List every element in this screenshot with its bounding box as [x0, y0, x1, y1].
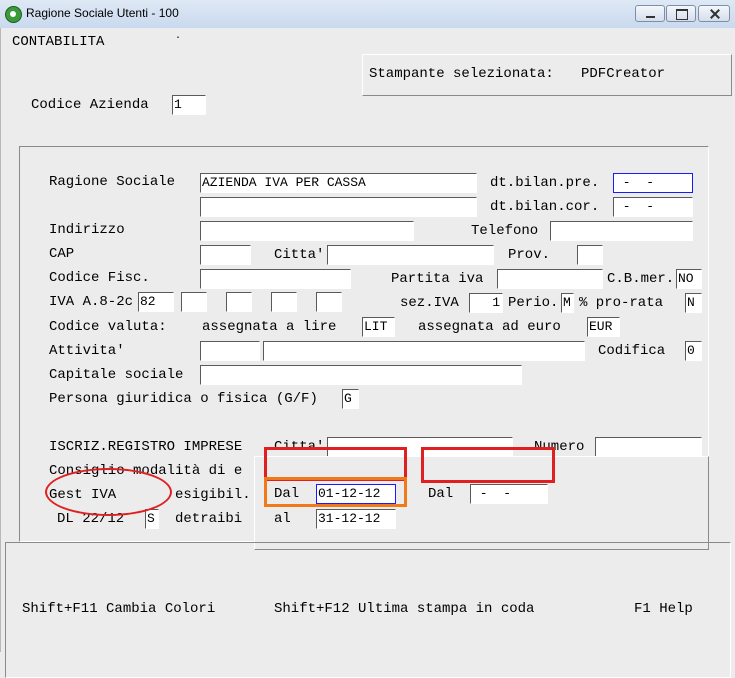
- dal2-label: Dal: [428, 486, 454, 502]
- prov-field[interactable]: [577, 245, 603, 265]
- iva-a8-field-1[interactable]: 82: [138, 292, 174, 312]
- module-dot: .: [175, 31, 182, 42]
- indirizzo-field[interactable]: [200, 221, 414, 241]
- iva-a8-field-3[interactable]: [226, 292, 252, 312]
- codice-fisc-label: Codice Fisc.: [49, 270, 150, 286]
- app-icon: [5, 6, 22, 23]
- telefono-label: Telefono: [471, 223, 539, 239]
- iva-a8-field-4[interactable]: [271, 292, 297, 312]
- detraibil-label: detraibi: [175, 511, 243, 527]
- printer-label: Stampante selezionata:: [369, 66, 554, 82]
- pro-rata-field[interactable]: N: [685, 293, 702, 313]
- module-label: CONTABILITA: [12, 34, 105, 50]
- dt-bilan-pre-label: dt.bilan.pre.: [490, 175, 600, 191]
- minimize-button[interactable]: [635, 5, 665, 22]
- dt-bilan-cor-field[interactable]: - -: [613, 197, 693, 217]
- al-highlight-box: [264, 477, 407, 507]
- iscriz-label: ISCRIZ.REGISTRO IMPRESE: [49, 439, 243, 455]
- esigibil-label: esigibil.: [175, 487, 251, 503]
- codifica-field[interactable]: 0: [685, 341, 702, 361]
- shift-f11-hint[interactable]: Shift+F11 Cambia Colori: [22, 600, 215, 618]
- dt-bilan-pre-field[interactable]: - -: [613, 173, 693, 193]
- iva-a8-field-2[interactable]: [181, 292, 207, 312]
- dt-bilan-cor-label: dt.bilan.cor.: [490, 199, 600, 215]
- persona-label: Persona giuridica o fisica (G/F): [49, 391, 318, 407]
- printer-panel: Stampante selezionata: PDFCreator: [362, 54, 732, 96]
- citta-field[interactable]: [327, 245, 494, 265]
- ragione-sociale-field-2[interactable]: [200, 197, 477, 217]
- al-field[interactable]: 31-12-12: [316, 509, 396, 529]
- numero-field[interactable]: [595, 437, 702, 457]
- shift-f12-hint[interactable]: Shift+F12 Ultima stampa in coda: [274, 600, 534, 618]
- iva-a8-label: IVA A.8-2c: [49, 294, 134, 310]
- prov-label: Prov.: [508, 247, 551, 263]
- lire-label: assegnata a lire: [202, 319, 337, 335]
- ragione-sociale-label: Ragione Sociale: [49, 174, 176, 190]
- attivita-field-2[interactable]: [263, 341, 585, 361]
- codice-azienda-field[interactable]: 1: [172, 95, 206, 115]
- cap-field[interactable]: [200, 245, 251, 265]
- dal-highlight-box: [264, 447, 407, 481]
- partita-iva-label: Partita iva: [391, 271, 484, 287]
- codice-fisc-field[interactable]: [200, 269, 351, 289]
- al-label: al: [274, 511, 291, 527]
- dal2-field[interactable]: - -: [470, 484, 548, 504]
- f1-help-hint[interactable]: F1 Help: [634, 600, 693, 618]
- perio-label: Perio.: [508, 295, 559, 311]
- title-bar: Ragione Sociale Utenti - 100: [0, 0, 735, 29]
- client-area: CONTABILITA . Stampante selezionata: PDF…: [0, 28, 735, 678]
- perio-field[interactable]: M: [561, 293, 574, 313]
- capitale-sociale-label: Capitale sociale: [49, 367, 184, 383]
- sez-iva-label: sez.IVA: [400, 295, 459, 311]
- lire-field[interactable]: LIT: [362, 317, 395, 337]
- cb-mer-label: C.B.mer.: [607, 271, 675, 287]
- partita-iva-field[interactable]: [497, 269, 603, 289]
- euro-field[interactable]: EUR: [587, 317, 620, 337]
- printer-value: PDFCreator: [581, 66, 666, 82]
- codifica-label: Codifica: [598, 343, 666, 359]
- capitale-sociale-field[interactable]: [200, 365, 522, 385]
- persona-field[interactable]: G: [342, 389, 359, 409]
- sez-iva-field[interactable]: 1: [469, 293, 503, 313]
- window-title: Ragione Sociale Utenti - 100: [26, 6, 179, 20]
- indirizzo-label: Indirizzo: [49, 222, 125, 238]
- cap-label: CAP: [49, 246, 75, 262]
- euro-label: assegnata ad euro: [418, 319, 561, 335]
- dl-highlight-ellipse: [45, 468, 172, 516]
- dl-field[interactable]: S: [145, 509, 159, 529]
- citta-label: Citta': [274, 247, 325, 263]
- telefono-field[interactable]: [550, 221, 693, 241]
- codice-azienda-label: Codice Azienda: [31, 97, 149, 113]
- dal2-highlight-box: [421, 447, 555, 483]
- cb-mer-field[interactable]: NO: [676, 269, 702, 289]
- attivita-field-1[interactable]: [200, 341, 260, 361]
- attivita-label: Attivita': [49, 343, 125, 359]
- close-button[interactable]: [698, 5, 730, 22]
- ragione-sociale-field[interactable]: AZIENDA IVA PER CASSA: [200, 173, 477, 193]
- codice-valuta-label: Codice valuta:: [49, 319, 167, 335]
- pro-rata-label: % pro-rata: [579, 295, 664, 311]
- iva-a8-field-5[interactable]: [316, 292, 342, 312]
- maximize-button[interactable]: [666, 5, 696, 22]
